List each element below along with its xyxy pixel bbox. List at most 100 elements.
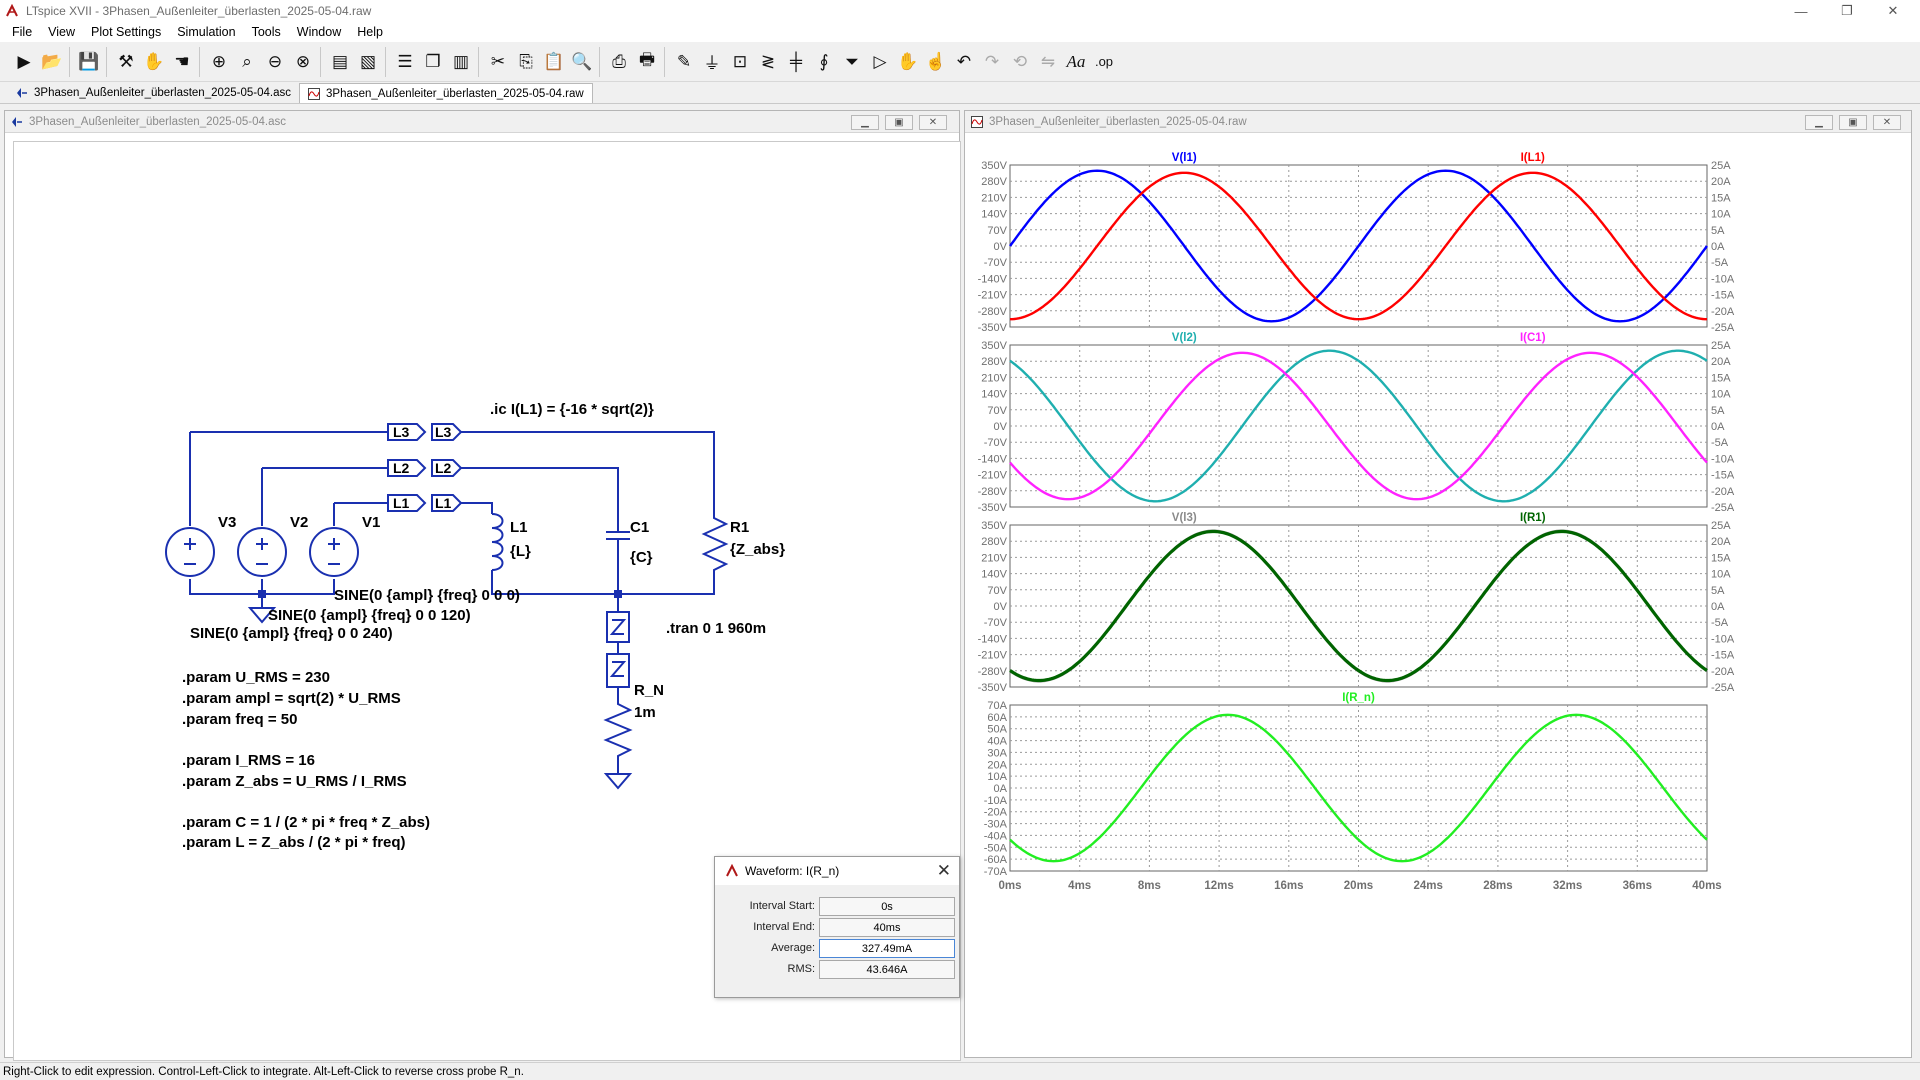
sine-spec-v3[interactable]: SINE(0 {ampl} {freq} 0 0 240) [190,625,393,642]
clear-plot-icon[interactable]: ▧ [354,47,382,77]
ltspice-logo-icon [4,3,20,19]
rotate-icon[interactable]: ⟲ [1006,47,1034,77]
move-icon[interactable]: ✋ [894,47,922,77]
y-tick-label-left: -30A [984,819,1008,831]
menu-plot-settings[interactable]: Plot Settings [83,25,169,39]
schematic-close-button[interactable]: ✕ [919,115,947,130]
menu-window[interactable]: Window [289,25,349,39]
trace-label: I(L1) [1521,152,1545,164]
interval-start-field[interactable]: 0s [819,897,955,916]
mirror-icon[interactable]: ⇋ [1034,47,1062,77]
y-tick-label-right: 25A [1711,160,1731,172]
average-field[interactable]: 327.49mA [819,939,955,958]
y-tick-label-right: 10A [1711,389,1731,401]
cut-icon[interactable]: ✂ [484,47,512,77]
tab-schematic-label: 3Phasen_Außenleiter_überlasten_2025-05-0… [34,87,292,99]
param-line: .param freq = 50 [182,711,297,728]
y-tick-label-right: 15A [1711,552,1731,564]
status-bar: Right-Click to edit expression. Control-… [0,1062,1920,1080]
close-icon[interactable]: ✕ [937,861,951,881]
ic-directive[interactable]: .ic I(L1) = {-16 * sqrt(2)} [490,401,654,418]
restore-button[interactable]: ❐ [1824,0,1870,22]
capacitor-c1 [606,518,630,545]
tile-horizontal-icon[interactable]: ☰ [391,47,419,77]
window-title: LTspice XVII - 3Phasen_Außenleiter_überl… [26,4,372,18]
wire [461,467,619,518]
resistor-icon[interactable]: ≷ [754,47,782,77]
y-tick-label-right: -20A [1711,486,1735,498]
autorange-icon[interactable]: ▤ [326,47,354,77]
find-icon[interactable]: 🔍 [568,47,596,77]
port-arrow [609,661,627,677]
menu-tools[interactable]: Tools [244,25,289,39]
draw-wire-icon[interactable]: ✎ [670,47,698,77]
y-tick-label-right: 5A [1711,225,1725,237]
spice-directive-icon[interactable]: .op [1090,47,1118,77]
ground-icon[interactable]: ⏚ [698,47,726,77]
drag-icon[interactable]: ☝ [922,47,950,77]
zoom-cancel-icon[interactable]: ⊗ [289,47,317,77]
y-tick-label-left: -70A [984,866,1008,878]
y-tick-label-right: 0A [1711,241,1725,253]
diode-icon[interactable]: ⏷ [838,47,866,77]
schematic-minimize-button[interactable]: ▁ [851,115,879,130]
voltage-source-v2 [237,527,287,577]
y-tick-label-left: 350V [981,520,1007,532]
y-tick-label-right: -15A [1711,650,1735,662]
tab-schematic[interactable]: 3Phasen_Außenleiter_überlasten_2025-05-0… [8,83,299,103]
tab-waveform-label: 3Phasen_Außenleiter_überlasten_2025-05-0… [326,87,584,100]
y-tick-label-left: -210V [978,650,1008,662]
open-icon[interactable]: 📂 [38,47,66,77]
y-tick-label-left: -210V [978,470,1008,482]
inductor-icon[interactable]: ∮ [810,47,838,77]
sine-spec-v1[interactable]: SINE(0 {ampl} {freq} 0 0 0) [334,587,520,604]
close-button[interactable]: ✕ [1870,0,1916,22]
copy-icon[interactable]: ⎘ [512,47,540,77]
interval-end-field[interactable]: 40ms [819,918,955,937]
waveform-maximize-button[interactable]: ▣ [1839,115,1867,130]
interval-end-label: Interval End: [753,921,815,933]
undo-icon[interactable]: ↶ [950,47,978,77]
capacitor-icon[interactable]: ╪ [782,47,810,77]
print-icon[interactable]: ⎙ [605,47,633,77]
menu-file[interactable]: File [4,25,40,39]
run-icon[interactable]: ▶ [10,47,38,77]
print-preview-icon[interactable]: 🖶 [633,47,661,77]
interval-start-row: Interval Start: 0s [715,897,961,917]
tile-vertical-icon[interactable]: ▥ [447,47,475,77]
halt-icon[interactable]: ✋ [140,47,168,77]
control-panel-icon[interactable]: ⚒ [112,47,140,77]
rms-field[interactable]: 43.646A [819,960,955,979]
x-tick-label: 20ms [1344,880,1373,892]
menu-help[interactable]: Help [349,25,391,39]
tab-waveform[interactable]: 3Phasen_Außenleiter_überlasten_2025-05-0… [299,83,593,103]
y-tick-label-right: 5A [1711,585,1725,597]
y-tick-label-left: 140V [981,389,1007,401]
text-icon[interactable]: Aa [1062,47,1090,77]
zoom-out-icon[interactable]: ⊖ [261,47,289,77]
zoom-full-icon[interactable]: ⌕ [233,47,261,77]
minimize-button[interactable]: — [1778,0,1824,22]
menu-view[interactable]: View [40,25,83,39]
label-net-icon[interactable]: ⊡ [726,47,754,77]
save-icon[interactable]: 💾 [75,47,103,77]
title-bar: LTspice XVII - 3Phasen_Außenleiter_überl… [0,0,1920,22]
component-icon[interactable]: ▷ [866,47,894,77]
y-tick-label-right: -5A [1711,437,1729,449]
component-value-l1: {L} [510,543,531,560]
pan-icon[interactable]: ☚ [168,47,196,77]
param-directives[interactable]: .param U_RMS = 230 .param ampl = sqrt(2)… [182,669,430,851]
tran-directive[interactable]: .tran 0 1 960m [666,620,766,637]
component-name-v3: V3 [218,514,236,531]
waveform-plots[interactable]: 350V 280V 210V 140V 70V 0V -70V -140V -210V -280V… [965,135,1911,1059]
cascade-icon[interactable]: ❐ [419,47,447,77]
voltage-source-v1 [309,527,359,577]
zoom-in-icon[interactable]: ⊕ [205,47,233,77]
menu-simulation[interactable]: Simulation [169,25,243,39]
waveform-close-button[interactable]: ✕ [1873,115,1901,130]
paste-icon[interactable]: 📋 [540,47,568,77]
waveform-minimize-button[interactable]: ▁ [1805,115,1833,130]
sine-spec-v2[interactable]: SINE(0 {ampl} {freq} 0 0 120) [268,607,471,624]
schematic-maximize-button[interactable]: ▣ [885,115,913,130]
redo-icon[interactable]: ↷ [978,47,1006,77]
